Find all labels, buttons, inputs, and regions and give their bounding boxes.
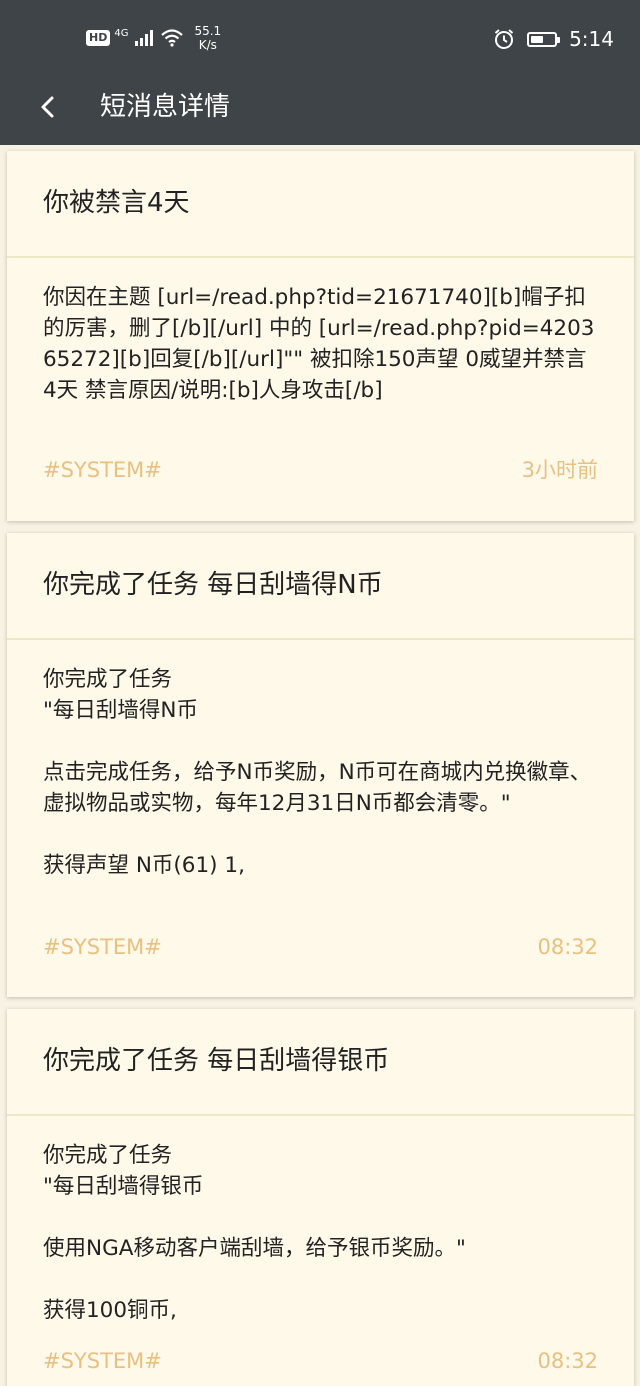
message-body: 你完成了任务 "每日刮墙得N币 点击完成任务，给予N币奖励，N币可在商城内兑换徽… <box>43 667 592 878</box>
message-time: 3小时前 <box>521 458 598 482</box>
clock: 5:14 <box>569 27 614 51</box>
message-title: 你完成了任务 每日刮墙得N币 <box>7 533 634 640</box>
back-button[interactable] <box>30 89 66 125</box>
message-time: 08:32 <box>537 1349 598 1373</box>
app-bar: 短消息详情 <box>0 75 640 145</box>
signal-icon <box>135 30 154 46</box>
network-speed: 55.1 K/s <box>194 24 221 52</box>
message-footer: #SYSTEM# 3小时前 <box>43 455 598 485</box>
network-type: 4G <box>114 28 129 39</box>
back-arrow-icon <box>41 96 54 118</box>
message-title: 你被禁言4天 <box>7 151 634 258</box>
message-footer: #SYSTEM# 08:32 <box>43 932 598 962</box>
message-title: 你完成了任务 每日刮墙得银币 <box>7 1009 634 1116</box>
message-footer: #SYSTEM# 08:32 <box>43 1346 598 1376</box>
alarm-icon <box>494 29 514 49</box>
hd-badge: HD <box>86 30 111 46</box>
message-body: 你因在主题 [url=/read.php?tid=21671740][b]帽子扣… <box>43 285 595 403</box>
message-time: 08:32 <box>537 935 598 959</box>
wifi-icon <box>161 29 184 47</box>
message-body: 你完成了任务 "每日刮墙得银币 使用NGA移动客户端刮墙，给予银币奖励。" 获得… <box>43 1143 466 1323</box>
message-sender[interactable]: #SYSTEM# <box>43 932 162 962</box>
message-card[interactable]: 你完成了任务 每日刮墙得银币 你完成了任务 "每日刮墙得银币 使用NGA移动客户… <box>7 1009 634 1386</box>
status-right: 5:14 <box>493 24 614 54</box>
battery-icon <box>527 31 561 47</box>
page-title: 短消息详情 <box>100 92 231 122</box>
status-left: HD 4G 55.1 K/s <box>86 24 221 52</box>
message-card[interactable]: 你完成了任务 每日刮墙得N币 你完成了任务 "每日刮墙得N币 点击完成任务，给予… <box>7 533 634 997</box>
message-sender[interactable]: #SYSTEM# <box>43 1346 162 1376</box>
speed-unit: K/s <box>198 38 217 52</box>
status-bar: HD 4G 55.1 K/s 5:14 <box>0 0 640 75</box>
message-card[interactable]: 你被禁言4天 你因在主题 [url=/read.php?tid=21671740… <box>7 151 634 521</box>
message-sender[interactable]: #SYSTEM# <box>43 455 162 485</box>
speed-value: 55.1 <box>194 24 222 38</box>
battery-level <box>531 35 544 43</box>
